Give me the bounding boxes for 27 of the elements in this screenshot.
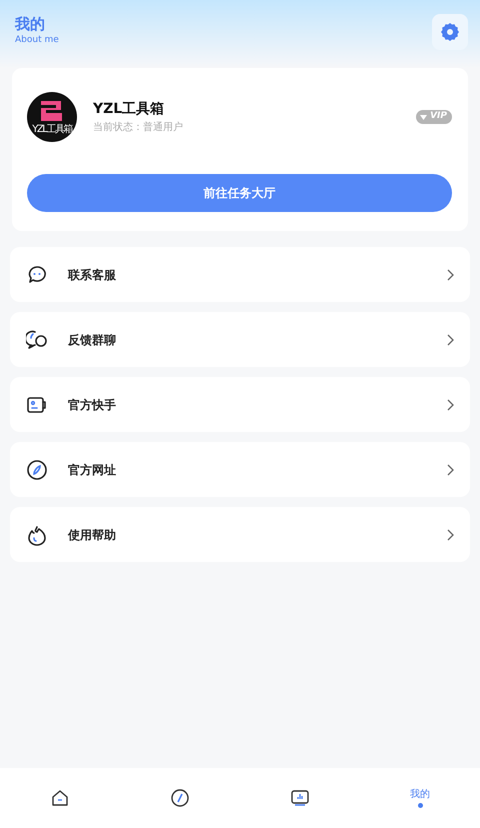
chevron-right-icon (446, 334, 454, 346)
monitor-chart-icon (290, 788, 310, 808)
home-icon (50, 788, 70, 808)
chevron-right-icon (446, 268, 454, 280)
compass-icon (170, 788, 190, 808)
menu-item[interactable]: 官方网址 (10, 442, 470, 497)
vip-badge: VIP (416, 110, 452, 124)
user-status: 当前状态：普通用户 (93, 120, 184, 135)
chat-bubble-icon (26, 264, 48, 286)
page-title: 我的 (15, 14, 46, 34)
chevron-right-icon (446, 398, 454, 410)
settings-icon (440, 22, 460, 42)
menu-item[interactable]: 联系客服 (10, 247, 470, 302)
settings-button[interactable] (432, 14, 468, 50)
menu-item[interactable]: 使用帮助 (10, 507, 470, 562)
user-name: YZL工具箱 (93, 100, 166, 119)
compass-icon (26, 458, 48, 480)
page-subtitle: About me (15, 34, 59, 46)
chat-bubbles-icon (26, 328, 48, 350)
menu-item[interactable]: 官方快手 (10, 377, 470, 432)
chevron-right-icon (446, 464, 454, 476)
chevron-right-icon (446, 528, 454, 540)
avatar-caption: YZL工具箱 (32, 125, 72, 135)
menu-item[interactable]: 反馈群聊 (10, 312, 470, 367)
logo-icon (39, 99, 65, 123)
flame-icon (26, 524, 48, 546)
active-dot (418, 802, 422, 808)
